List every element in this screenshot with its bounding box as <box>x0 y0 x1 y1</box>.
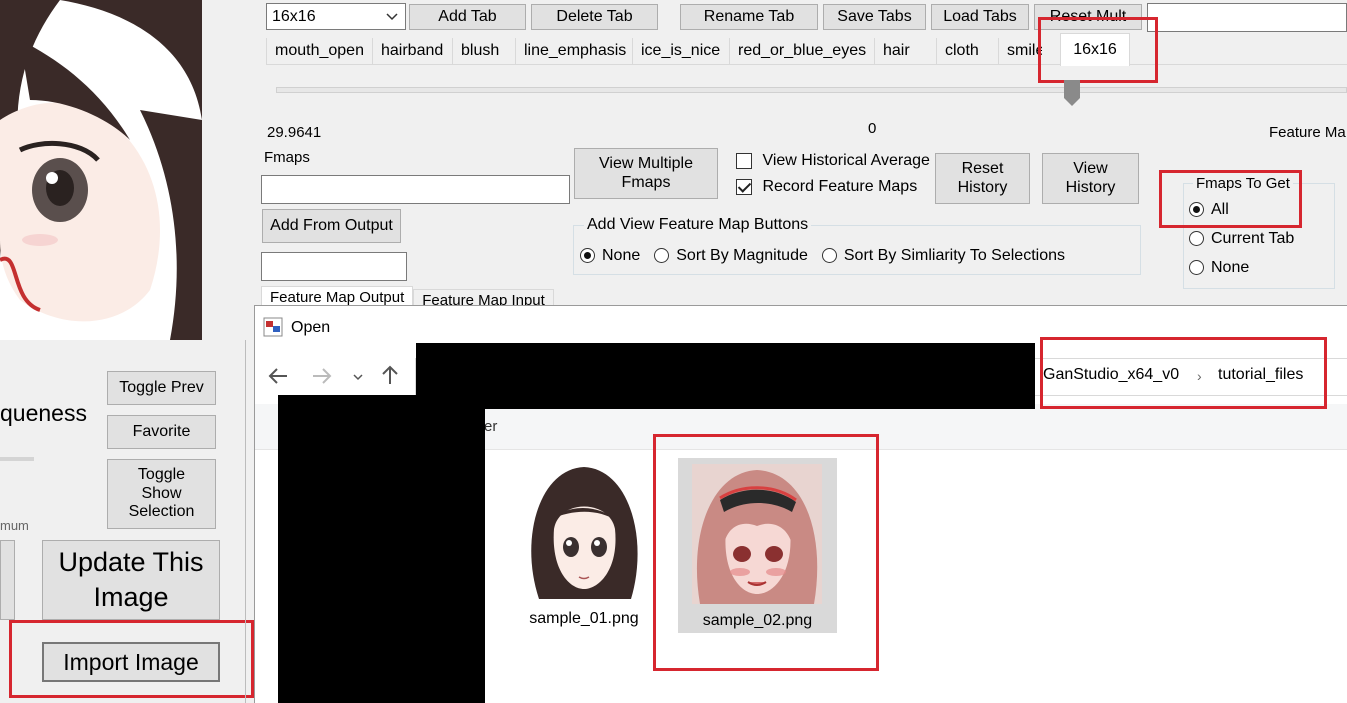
favorite-button[interactable]: Favorite <box>107 415 216 449</box>
redaction-block-address <box>416 343 1035 409</box>
path-segment-1[interactable]: tutorial_files <box>1218 366 1303 384</box>
generated-image-panel <box>0 0 202 340</box>
slider-value-label: 0 <box>868 120 877 137</box>
fmaps-to-get-options: All Current Tab None <box>1189 201 1294 288</box>
sample-02-filename: sample_02.png <box>702 612 813 629</box>
tab-select-dropdown[interactable]: 16x16 <box>266 3 406 30</box>
reset-mult-button[interactable]: Reset Mult <box>1034 4 1142 30</box>
fmaps-label: Fmaps <box>264 149 310 166</box>
app-icon <box>263 317 283 342</box>
uniqueness-slider-track[interactable] <box>0 457 34 461</box>
small-fmap-input[interactable] <box>261 252 407 281</box>
tab-ice-is-nice[interactable]: ice_is_nice <box>632 38 729 64</box>
radio-label: Current Tab <box>1211 230 1295 247</box>
radio-label: None <box>1211 259 1250 276</box>
radio-button-icon[interactable] <box>654 248 670 264</box>
radio-label: Sort By Magnitude <box>676 247 808 264</box>
radio-option-none[interactable]: None <box>580 247 640 265</box>
update-this-image-button[interactable]: Update This Image <box>42 540 220 620</box>
new-folder-button-text[interactable]: er <box>484 418 497 435</box>
tab-red-or-blue-eyes[interactable]: red_or_blue_eyes <box>729 38 874 64</box>
up-arrow-icon[interactable] <box>379 364 401 391</box>
radio-option-sort-by-simliarity-to-selections[interactable]: Sort By Simliarity To Selections <box>821 247 1065 265</box>
feature-slider-thumb[interactable] <box>1064 80 1081 106</box>
tab-hairband[interactable]: hairband <box>372 38 452 64</box>
checkmark-icon[interactable] <box>736 178 752 195</box>
add-from-output-button[interactable]: Add From Output <box>262 209 401 243</box>
path-segment-0[interactable]: GanStudio_x64_v0 <box>1043 366 1179 384</box>
tab-cloth[interactable]: cloth <box>936 38 998 64</box>
mult-input[interactable] <box>1147 3 1347 32</box>
checkbox-box[interactable] <box>736 152 752 169</box>
left-panel-divider <box>245 340 246 703</box>
radio-option-none[interactable]: None <box>1189 259 1294 288</box>
radio-button-icon[interactable] <box>1189 231 1204 247</box>
view-historical-average-label: View Historical Average <box>762 152 930 169</box>
file-tile-sample-02[interactable]: sample_02.png <box>678 458 837 633</box>
delete-tab-button[interactable]: Delete Tab <box>531 4 658 30</box>
tab-select-value: 16x16 <box>272 7 316 25</box>
view-history-button[interactable]: View History <box>1042 153 1139 204</box>
tab-line-emphasis[interactable]: line_emphasis <box>515 38 632 64</box>
forward-arrow-icon[interactable] <box>311 365 333 392</box>
radio-button-icon[interactable] <box>821 248 837 264</box>
add-view-options: None Sort By Magnitude Sort By Simliarity … <box>580 247 1065 265</box>
anime-portrait-image <box>0 0 202 340</box>
chevron-right-icon: › <box>1197 368 1202 384</box>
record-feature-maps-checkbox[interactable]: Record Feature Maps <box>736 178 917 196</box>
uniqueness-label: queness <box>0 400 87 426</box>
radio-option-sort-by-magnitude[interactable]: Sort By Magnitude <box>654 247 808 265</box>
chevron-down-icon <box>385 9 399 28</box>
radio-option-current-tab[interactable]: Current Tab <box>1189 230 1294 259</box>
file-tile-sample-01[interactable]: sample_01.png <box>519 459 649 634</box>
sample-02-thumbnail <box>692 464 822 604</box>
radio-label: None <box>602 247 641 264</box>
sample-01-filename: sample_01.png <box>529 610 639 627</box>
fmaps-input[interactable] <box>261 175 570 204</box>
feature-tabs-strip <box>266 64 1347 65</box>
active-tab-label: 16x16 <box>1073 41 1117 58</box>
record-feature-maps-label: Record Feature Maps <box>762 178 918 195</box>
view-historical-average-checkbox[interactable]: View Historical Average <box>736 152 930 170</box>
partial-left-button[interactable] <box>0 540 15 620</box>
slider-right-label: Feature Ma <box>1269 124 1346 141</box>
add-view-group-title: Add View Feature Map Buttons <box>584 216 812 234</box>
radio-option-all[interactable]: All <box>1189 201 1294 230</box>
tab-smile[interactable]: smile <box>998 38 1042 64</box>
radio-label: All <box>1211 201 1229 218</box>
feature-slider-track[interactable] <box>276 87 1347 93</box>
minimum-label: mum <box>0 518 29 533</box>
view-multiple-fmaps-button[interactable]: View Multiple Fmaps <box>574 148 718 199</box>
dialog-titlebar: Open <box>255 306 1347 348</box>
load-tabs-button[interactable]: Load Tabs <box>931 4 1029 30</box>
radio-button-icon[interactable] <box>1189 260 1204 276</box>
toggle-prev-button[interactable]: Toggle Prev <box>107 371 216 405</box>
rename-tab-button[interactable]: Rename Tab <box>680 4 818 30</box>
recent-dropdown-icon[interactable] <box>352 370 364 388</box>
add-tab-button[interactable]: Add Tab <box>409 4 526 30</box>
tab-mouth-open[interactable]: mouth_open <box>266 38 372 64</box>
sample-01-thumbnail <box>519 459 649 599</box>
radio-button-icon[interactable] <box>580 248 595 264</box>
redaction-block-left <box>278 395 485 703</box>
slider-min-label: 29.9641 <box>267 124 322 141</box>
radio-button-icon[interactable] <box>1189 202 1204 218</box>
import-image-button[interactable]: Import Image <box>42 642 220 682</box>
back-arrow-icon[interactable] <box>267 365 289 392</box>
tab-hair[interactable]: hair <box>874 38 936 64</box>
tab-blush[interactable]: blush <box>452 38 515 64</box>
radio-label: Sort By Simliarity To Selections <box>843 247 1065 264</box>
reset-history-button[interactable]: Reset History <box>935 153 1030 204</box>
tab-16x16[interactable]: 16x16 <box>1060 33 1130 66</box>
toggle-show-selection-button[interactable]: Toggle Show Selection <box>107 459 216 529</box>
open-dialog: Open GanStudio_x64_v0 › tutorial_files e… <box>254 305 1347 703</box>
dialog-title: Open <box>291 319 331 336</box>
save-tabs-button[interactable]: Save Tabs <box>823 4 926 30</box>
fmaps-to-get-title: Fmaps To Get <box>1193 175 1293 192</box>
